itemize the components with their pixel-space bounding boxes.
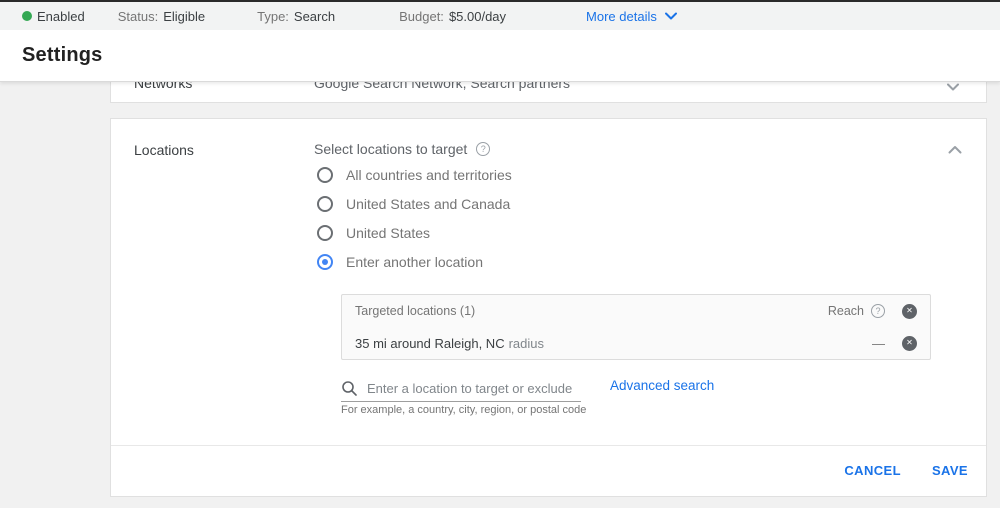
settings-header: Settings	[0, 30, 1000, 82]
location-search-input[interactable]	[367, 381, 581, 396]
campaign-enabled-status[interactable]: Enabled	[22, 9, 85, 24]
radio-button-icon	[317, 167, 333, 183]
campaign-status-bar: Enabled Status: Eligible Type: Search Bu…	[0, 0, 1000, 30]
targeted-location-suffix: radius	[509, 336, 544, 351]
budget-label: Budget:	[399, 9, 444, 24]
campaign-type: Type: Search	[257, 9, 335, 24]
radio-button-icon	[317, 254, 333, 270]
advanced-search-link[interactable]: Advanced search	[610, 378, 714, 393]
help-icon[interactable]: ?	[476, 142, 490, 156]
radio-label: Enter another location	[346, 254, 483, 270]
collapse-section-icon[interactable]	[948, 145, 962, 154]
locations-label: Locations	[134, 142, 194, 158]
location-search-field[interactable]	[341, 375, 581, 402]
remove-all-locations-icon[interactable]: ✕	[902, 304, 917, 319]
cancel-button[interactable]: CANCEL	[842, 459, 903, 482]
targeted-locations-table: Targeted locations (1) Reach ? ✕ 35 mi a…	[341, 294, 931, 360]
targeted-location-value: 35 mi around Raleigh, NC	[355, 336, 505, 351]
radio-label: United States and Canada	[346, 196, 510, 212]
type-label: Type:	[257, 9, 289, 24]
targeted-locations-count: Targeted locations (1)	[355, 304, 475, 318]
radio-all-countries[interactable]: All countries and territories	[317, 160, 512, 189]
chevron-down-icon	[665, 12, 677, 20]
budget-value: $5.00/day	[449, 9, 506, 24]
page-title: Settings	[22, 44, 103, 67]
campaign-budget: Budget: $5.00/day	[399, 9, 506, 24]
radio-label: United States	[346, 225, 430, 241]
help-icon[interactable]: ?	[871, 304, 885, 318]
radio-label: All countries and territories	[346, 167, 512, 183]
radio-button-icon	[317, 225, 333, 241]
radio-united-states[interactable]: United States	[317, 218, 512, 247]
reach-value: —	[872, 336, 885, 351]
search-icon	[341, 380, 357, 396]
table-row: 35 mi around Raleigh, NC radius — ✕	[342, 327, 930, 359]
status-value: Eligible	[163, 9, 205, 24]
table-header-row: Targeted locations (1) Reach ? ✕	[342, 295, 930, 327]
locations-card: Locations Select locations to target ? A…	[110, 118, 987, 497]
campaign-status: Status: Eligible	[118, 9, 205, 24]
reach-column-label: Reach	[828, 304, 864, 318]
location-target-radio-group: All countries and territories United Sta…	[317, 160, 512, 276]
more-details-link[interactable]: More details	[586, 9, 677, 24]
radio-enter-another-location[interactable]: Enter another location	[317, 247, 512, 276]
select-locations-label: Select locations to target	[314, 141, 467, 157]
radio-button-icon	[317, 196, 333, 212]
more-details-label: More details	[586, 9, 657, 24]
search-helper-text: For example, a country, city, region, or…	[341, 404, 586, 416]
footer-buttons: CANCEL SAVE	[842, 459, 970, 482]
radio-us-and-canada[interactable]: United States and Canada	[317, 189, 512, 218]
enabled-label: Enabled	[37, 9, 85, 24]
type-value: Search	[294, 9, 335, 24]
remove-location-icon[interactable]: ✕	[902, 336, 917, 351]
status-label: Status:	[118, 9, 158, 24]
enabled-status-dot-icon	[22, 11, 32, 21]
select-locations-heading: Select locations to target ?	[314, 141, 490, 157]
chevron-down-icon[interactable]	[947, 83, 959, 91]
footer-divider	[111, 445, 986, 446]
save-button[interactable]: SAVE	[930, 459, 970, 482]
